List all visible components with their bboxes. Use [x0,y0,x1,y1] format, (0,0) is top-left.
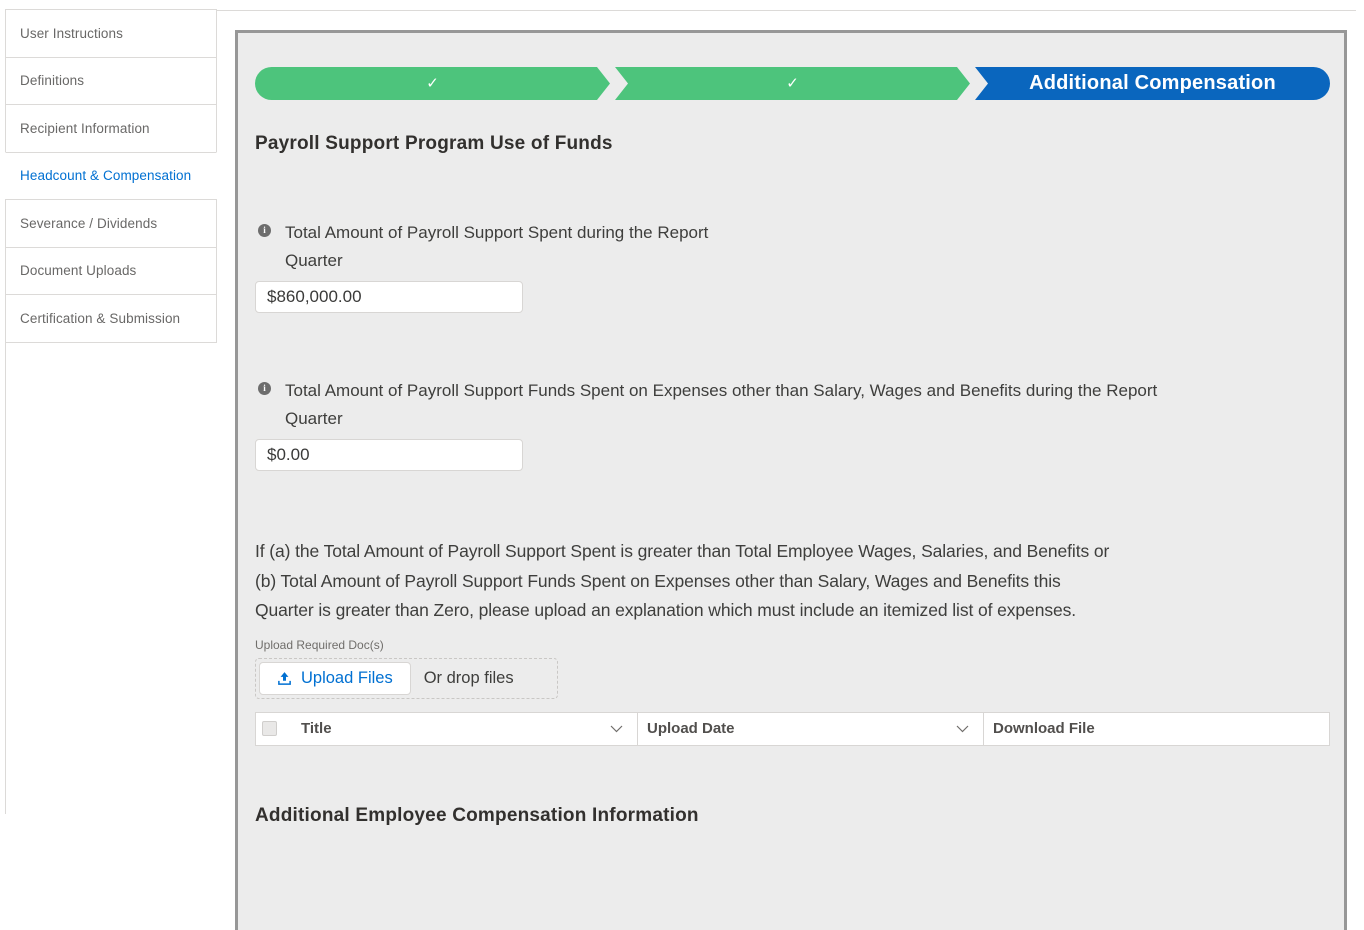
info-icon[interactable]: i [258,224,271,237]
select-all-checkbox[interactable] [262,721,277,736]
column-header-download-file[interactable]: Download File [984,713,1329,745]
total-payroll-support-spent-input[interactable] [255,281,523,313]
drop-files-hint: Or drop files [424,669,514,688]
progress-path: ✓ ✓ Additional Compensation [255,67,1330,100]
progress-step-2-complete[interactable]: ✓ [615,67,970,100]
upload-required-docs-label: Upload Required Doc(s) [255,638,1330,652]
uploaded-files-table-header: Title Upload Date Download File [255,712,1330,746]
sidebar-nav: User Instructions Definitions Recipient … [5,10,217,814]
column-label: Download File [993,720,1095,737]
sidebar-tail-divider [5,343,217,814]
column-label: Upload Date [647,720,735,737]
info-icon[interactable]: i [258,382,271,395]
field-total-payroll-support-spent: i Total Amount of Payroll Support Spent … [255,219,1330,313]
sidebar-item-definitions[interactable]: Definitions [5,57,217,106]
upload-instruction-text: If (a) the Total Amount of Payroll Suppo… [255,537,1330,626]
check-icon: ✓ [426,76,439,91]
progress-step-3-current[interactable]: Additional Compensation [975,67,1330,100]
upload-files-button[interactable]: Upload Files [259,662,411,695]
column-header-title[interactable]: Title [292,713,638,745]
upload-icon [277,671,292,686]
upload-files-button-label: Upload Files [301,669,393,688]
column-label: Title [301,720,332,737]
section-title-use-of-funds: Payroll Support Program Use of Funds [255,133,1330,155]
column-header-upload-date[interactable]: Upload Date [638,713,984,745]
chevron-down-icon[interactable] [956,725,969,733]
check-icon: ✓ [786,76,799,91]
select-all-cell [256,713,292,745]
field-funds-spent-other-expenses: i Total Amount of Payroll Support Funds … [255,377,1330,471]
sidebar-item-document-uploads[interactable]: Document Uploads [5,247,217,296]
sidebar-item-recipient-information[interactable]: Recipient Information [5,104,217,153]
section-title-additional-compensation: Additional Employee Compensation Informa… [255,805,1330,827]
field-label: Total Amount of Payroll Support Spent du… [285,219,708,275]
sidebar-item-certification-submission[interactable]: Certification & Submission [5,294,217,343]
funds-spent-other-expenses-input[interactable] [255,439,523,471]
file-dropzone[interactable]: Upload Files Or drop files [255,658,558,699]
progress-step-1-complete[interactable]: ✓ [255,67,610,100]
sidebar-item-user-instructions[interactable]: User Instructions [5,9,217,58]
sidebar-item-severance-dividends[interactable]: Severance / Dividends [5,199,217,248]
field-label: Total Amount of Payroll Support Funds Sp… [285,377,1157,433]
progress-step-label: Additional Compensation [1029,72,1276,95]
content-panel: ✓ ✓ Additional Compensation Payroll Supp… [235,30,1347,930]
sidebar-item-headcount-compensation[interactable]: Headcount & Compensation [5,152,217,201]
chevron-down-icon[interactable] [610,725,623,733]
